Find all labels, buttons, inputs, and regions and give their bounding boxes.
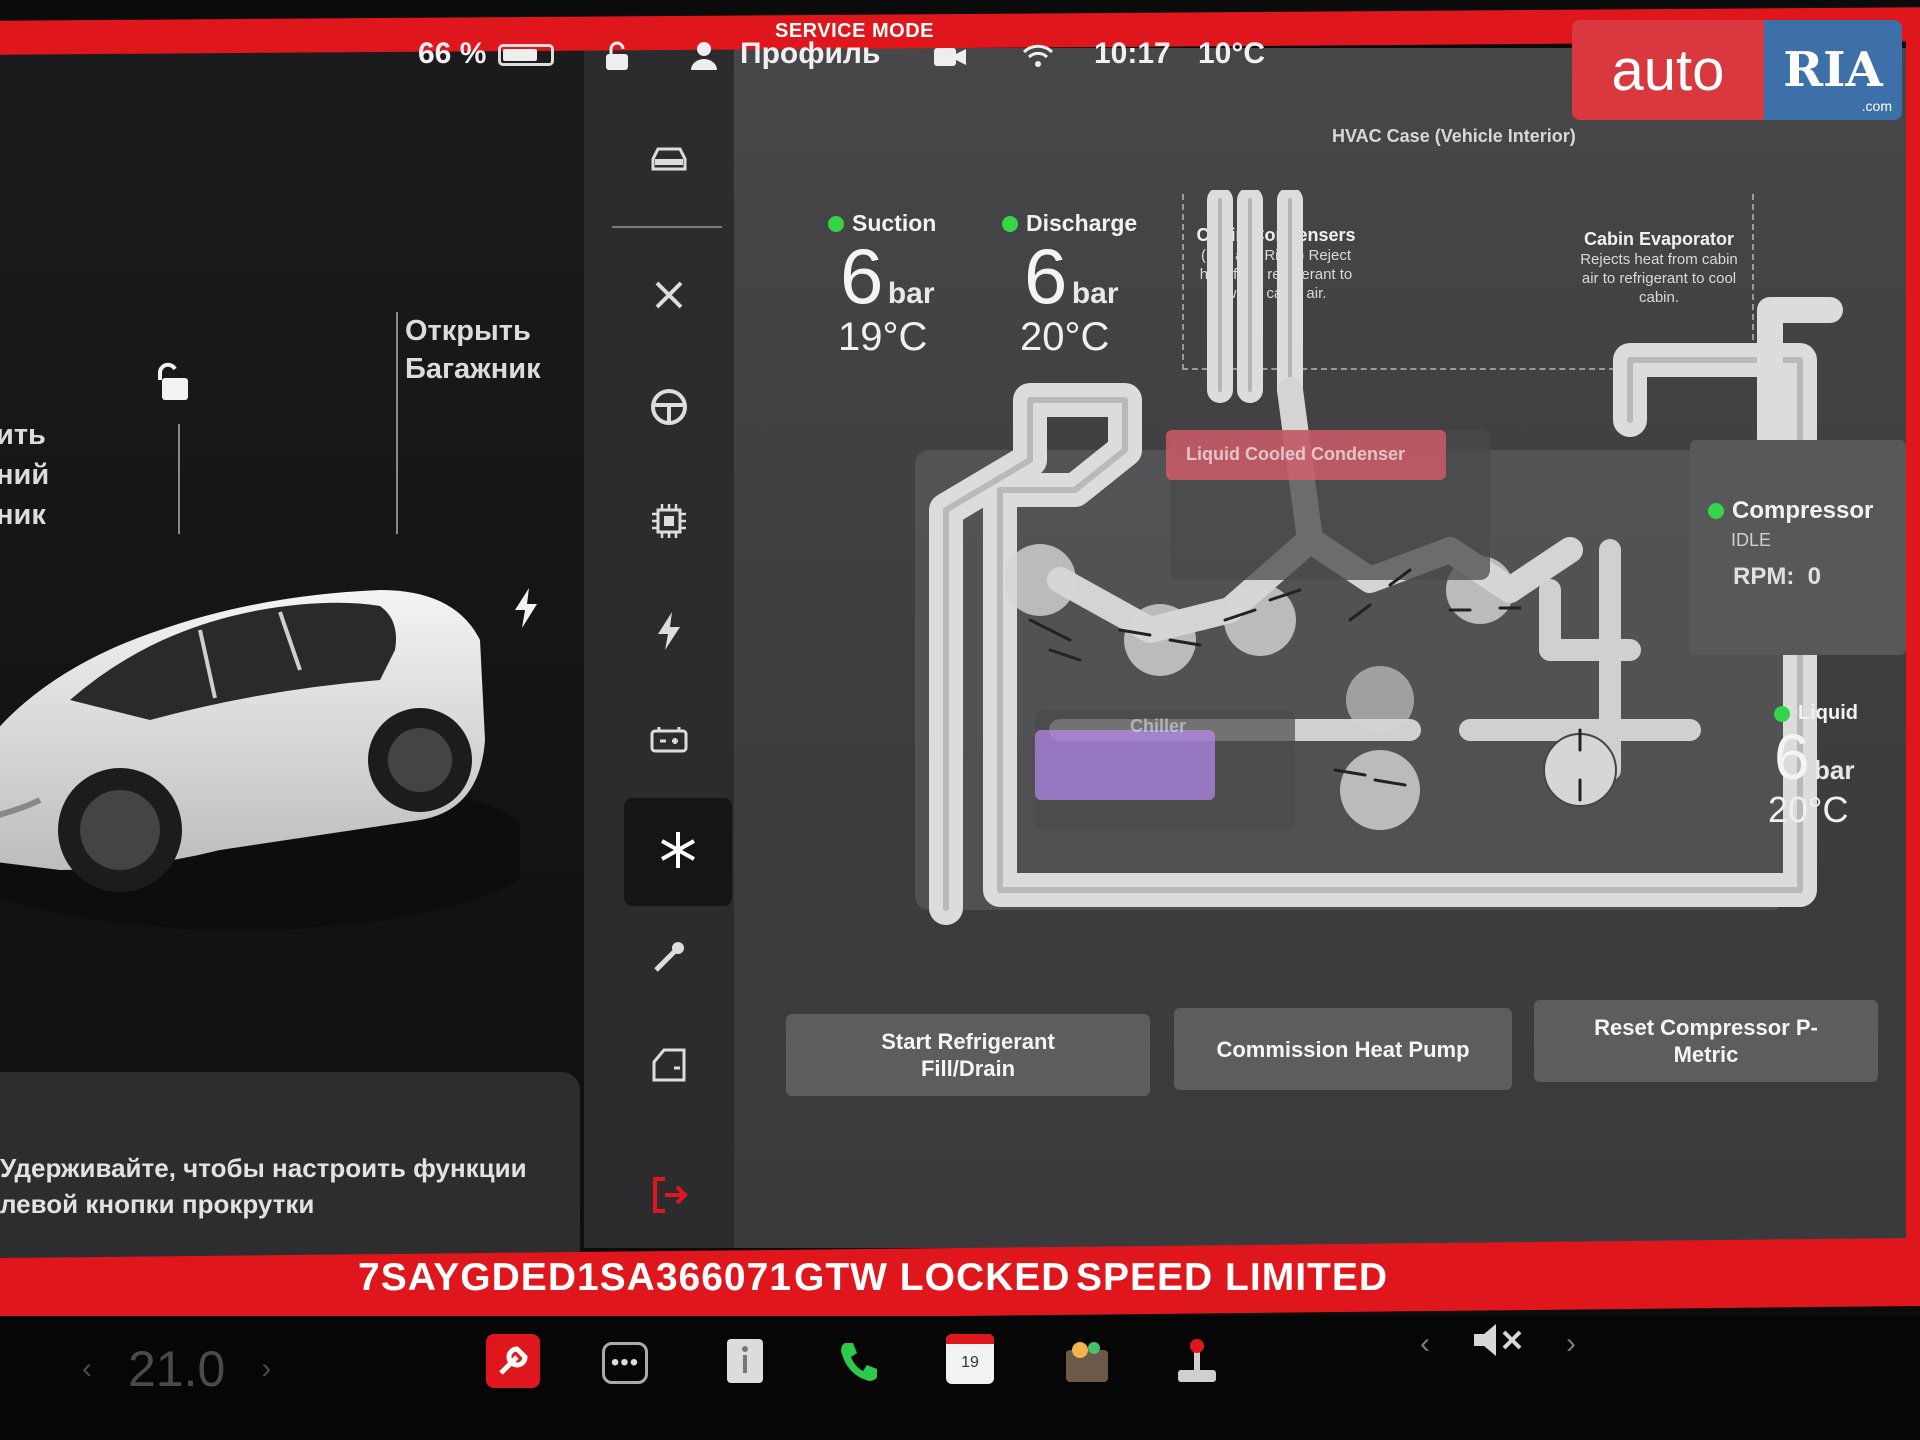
commission-heat-pump-button[interactable]: Commission Heat Pump [1174, 1008, 1512, 1090]
car-icon [649, 145, 689, 178]
nav-thermal[interactable] [624, 798, 732, 906]
compressor-status: IDLE [1731, 530, 1772, 550]
screen: SERVICE MODE 66 % Профиль 10:17 10°C aut… [0, 0, 1920, 1440]
door-unlock-icon[interactable] [152, 360, 192, 409]
clock: 10:17 [1094, 37, 1171, 70]
gtw-locked-status: GTW LOCKED [794, 1256, 1071, 1299]
chip-icon [650, 502, 688, 545]
door-icon [650, 1048, 688, 1087]
liquid-status-dot [1774, 705, 1790, 722]
phone-icon[interactable] [832, 1334, 886, 1388]
nav-door[interactable] [624, 1032, 714, 1102]
exit-icon [649, 1175, 689, 1220]
climate-temp-control: ‹ 21.0 › [82, 1340, 271, 1398]
suction-status-dot [828, 215, 844, 232]
compressor-title: Compressor [1732, 497, 1874, 524]
nav-tools[interactable] [624, 262, 714, 332]
liquid-temp: 20°C [1768, 789, 1849, 830]
lock-status-icon[interactable] [603, 40, 631, 77]
trunk-pointer-line [396, 312, 398, 534]
watermark-ria: RIA [1783, 42, 1883, 98]
toybox-icon[interactable] [1060, 1334, 1114, 1388]
calendar-day: 19 [961, 1354, 979, 1371]
nav-battery[interactable] [624, 706, 714, 776]
temp-decrease-icon[interactable]: ‹ [82, 1352, 92, 1386]
liquid-condenser-label: Liquid Cooled Condenser [1186, 444, 1405, 464]
battery-icon [650, 725, 688, 758]
compressor-rpm-value: 0 [1807, 563, 1822, 590]
lightning-icon [656, 611, 682, 655]
watermark-com: .com [1861, 98, 1892, 114]
wifi-icon [1022, 44, 1054, 73]
climate-temp-value[interactable]: 21.0 [128, 1340, 225, 1398]
liquid-pressure: 6 [1774, 721, 1810, 793]
nav-pipette[interactable] [624, 924, 714, 994]
volume-next-icon[interactable]: › [1566, 1327, 1576, 1361]
steering-wheel-icon [650, 388, 688, 431]
calendar-icon[interactable]: 19 [946, 1334, 994, 1384]
volume-prev-icon[interactable]: ‹ [1420, 1327, 1430, 1361]
profile-icon[interactable] [690, 40, 718, 75]
watermark-auto: auto [1572, 20, 1764, 120]
compressor-rpm-label: RPM: [1733, 563, 1795, 590]
nav-steering[interactable] [624, 374, 714, 444]
start-refrigerant-fill-drain-button[interactable]: Start Refrigerant Fill/Drain [786, 1014, 1150, 1096]
speed-limited-status: SPEED LIMITED [1076, 1256, 1389, 1299]
nav-car[interactable] [624, 126, 714, 196]
more-icon[interactable]: ••• [602, 1342, 648, 1384]
chiller-label: Chiller [1130, 716, 1186, 736]
nav-power[interactable] [624, 598, 714, 668]
pipette-icon [650, 938, 688, 981]
wrench-icon[interactable] [486, 1334, 540, 1388]
liquid-reading: Liquid 6 bar 20°C [1768, 702, 1858, 831]
compressor-card [1690, 440, 1906, 655]
dashcam-icon[interactable] [934, 46, 966, 73]
vin-number: 7SAYGDED1SA366071 [358, 1256, 792, 1299]
compressor-status-dot [1708, 503, 1724, 519]
tools-icon [653, 279, 685, 316]
reset-compressor-p-metric-button[interactable]: Reset Compressor P-Metric [1534, 1000, 1878, 1082]
car-illustration [0, 590, 520, 930]
profile-label[interactable]: Профиль [740, 32, 880, 76]
nav-chip[interactable] [624, 488, 714, 558]
suction-pressure: 6 [840, 232, 884, 320]
temp-increase-icon[interactable]: › [261, 1352, 271, 1386]
mute-icon[interactable] [1470, 1322, 1526, 1366]
battery-percent: 66 % [418, 37, 487, 70]
battery-icon [498, 44, 554, 66]
autoria-watermark: auto RIA .com [1572, 20, 1902, 120]
nav-divider [612, 226, 722, 228]
outside-temperature: 10°C [1198, 37, 1266, 70]
nav-exit[interactable] [624, 1162, 714, 1232]
hvac-case-label: HVAC Case (Vehicle Interior) [1332, 126, 1576, 146]
frunk-pointer-line [178, 424, 180, 534]
compressor-rpm: RPM: 0 [1733, 563, 1821, 591]
joystick-icon[interactable] [1170, 1334, 1224, 1388]
open-trunk-button[interactable]: Открыть Багажник [405, 312, 575, 388]
snowflake-icon [658, 830, 698, 875]
volume-control: ‹ › [1420, 1322, 1576, 1366]
open-frunk-button[interactable]: ить ний ник [0, 415, 49, 535]
scroll-hint-text: Удерживайте, чтобы настроить функции лев… [0, 1153, 527, 1219]
liquid-unit: bar [1814, 755, 1855, 785]
manual-icon[interactable] [718, 1334, 772, 1388]
